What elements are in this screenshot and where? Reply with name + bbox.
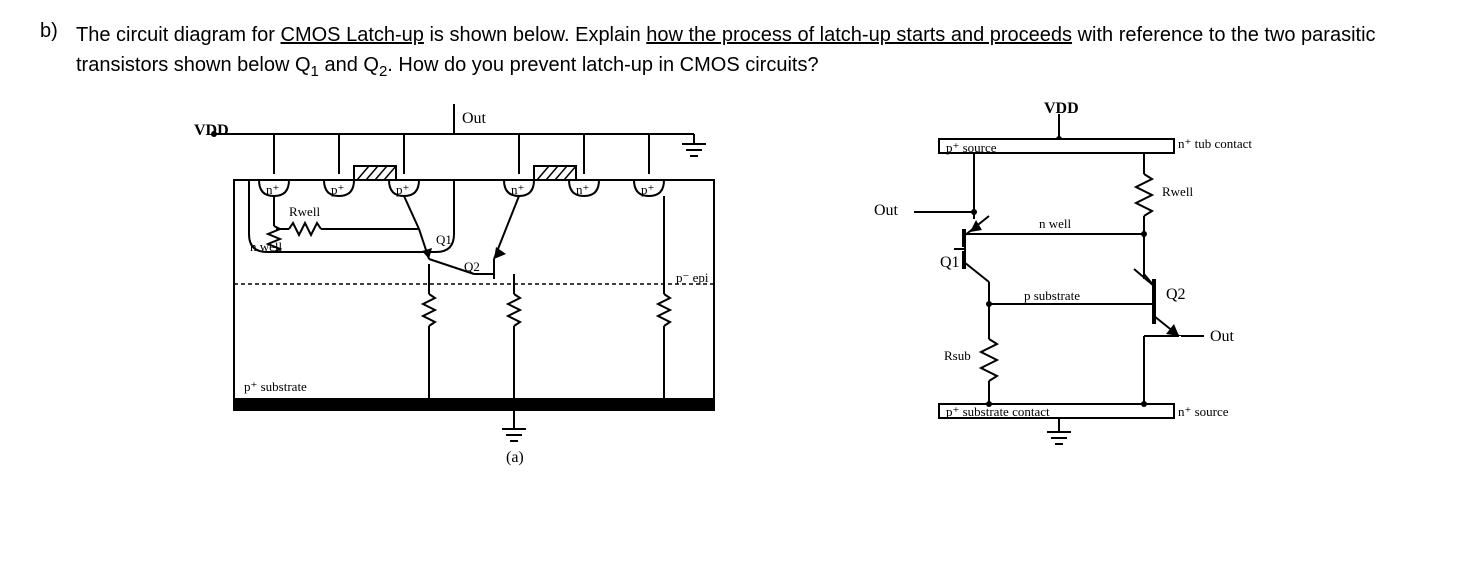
- cross-section-svg: [194, 104, 744, 484]
- left-psub-label: p⁺ substrate: [244, 379, 307, 395]
- right-rsub-label: Rsub: [944, 348, 971, 364]
- left-diff-n3: n⁺: [576, 182, 589, 198]
- cross-section-figure: VDD Out n⁺ p⁺ p⁺ n⁺ n⁺ p⁺ Rwell n well Q…: [194, 104, 744, 484]
- left-vdd-label: VDD: [194, 122, 229, 140]
- right-psource-label: p⁺ source: [946, 140, 997, 156]
- right-out2-label: Out: [1210, 328, 1234, 346]
- right-nwell-label: n well: [1039, 216, 1071, 232]
- right-psubc-label: p⁺ substrate contact: [946, 404, 1050, 420]
- question-block: b) The circuit diagram for CMOS Latch-up…: [40, 20, 1428, 84]
- right-vdd-label: VDD: [1044, 100, 1079, 118]
- right-ntub-label: n⁺ tub contact: [1178, 136, 1252, 152]
- qtext-u2: how the process of latch-up starts and p…: [646, 24, 1072, 46]
- left-diff-n2: n⁺: [511, 182, 524, 198]
- left-rwell-label: Rwell: [289, 204, 320, 220]
- left-caption: (a): [506, 449, 524, 467]
- figures-row: VDD Out n⁺ p⁺ p⁺ n⁺ n⁺ p⁺ Rwell n well Q…: [40, 104, 1428, 484]
- right-q1-label: Q1: [940, 254, 960, 272]
- qtext-end: . How do you prevent latch-up in CMOS ci…: [387, 54, 818, 76]
- equiv-circuit-figure: VDD p⁺ source n⁺ tub contact Rwell Out n…: [844, 104, 1274, 464]
- question-label: b): [40, 20, 64, 43]
- right-out1-label: Out: [874, 202, 898, 220]
- qtext-u1: CMOS Latch-up: [281, 24, 424, 46]
- left-diff-p1: p⁺: [331, 182, 344, 198]
- qtext-sub1: 1: [311, 63, 319, 80]
- left-out-label: Out: [462, 110, 486, 128]
- right-q2-label: Q2: [1166, 286, 1186, 304]
- left-diff-p3: p⁺: [641, 182, 654, 198]
- qtext-pre: The circuit diagram for: [76, 24, 281, 46]
- left-diff-n1: n⁺: [266, 182, 279, 198]
- right-psub-label: p substrate: [1024, 288, 1080, 304]
- right-nsrc-label: n⁺ source: [1178, 404, 1229, 420]
- left-q2-label: Q2: [464, 259, 480, 275]
- left-pepi-label: p⁻ epi: [676, 270, 709, 286]
- left-nwell-label: n well: [250, 239, 282, 255]
- left-diff-p2: p⁺: [396, 182, 409, 198]
- qtext-mid1: is shown below. Explain: [424, 24, 646, 46]
- right-rwell-label: Rwell: [1162, 184, 1193, 200]
- qtext-and: and Q: [319, 54, 379, 76]
- question-text: The circuit diagram for CMOS Latch-up is…: [76, 20, 1428, 84]
- left-q1-label: Q1: [436, 232, 452, 248]
